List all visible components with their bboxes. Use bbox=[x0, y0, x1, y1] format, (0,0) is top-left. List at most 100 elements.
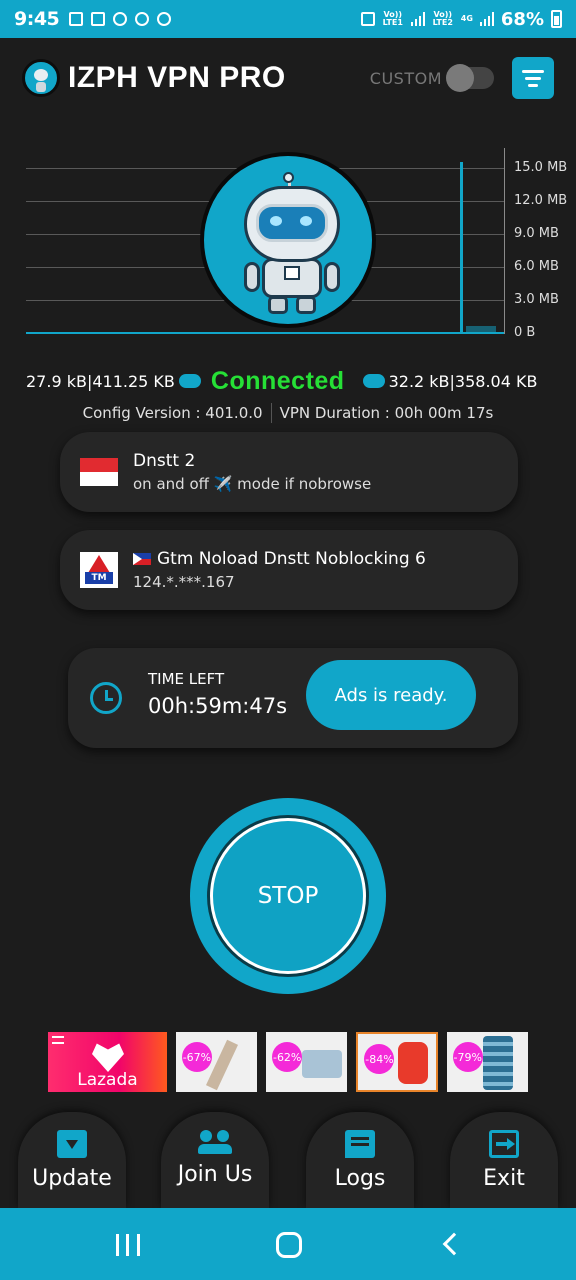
server-selector[interactable]: Dnstt 2 on and off ✈️ mode if nobrowse bbox=[60, 432, 518, 512]
product-image bbox=[482, 1036, 513, 1090]
update-button[interactable]: Update bbox=[18, 1112, 126, 1208]
scale-label: 3.0 MB bbox=[514, 292, 559, 307]
product-image bbox=[302, 1050, 343, 1078]
robot-arm bbox=[244, 262, 260, 292]
network-name: Gtm Noload Dnstt Noblocking 6 bbox=[157, 549, 426, 569]
server-name: Dnstt 2 bbox=[133, 451, 196, 471]
telegram-icon bbox=[113, 12, 128, 26]
singapore-flag-icon bbox=[80, 458, 118, 486]
gmail-icon bbox=[91, 12, 106, 26]
stop-button[interactable]: STOP bbox=[210, 818, 366, 974]
time-left-value: 00h:59m:47s bbox=[148, 694, 288, 718]
scale-label: 9.0 MB bbox=[514, 226, 559, 241]
custom-setting: CUSTOM bbox=[369, 64, 512, 92]
robot-visor bbox=[256, 204, 328, 242]
toggle-knob bbox=[446, 64, 474, 92]
logs-label: Logs bbox=[334, 1166, 386, 1191]
back-icon[interactable] bbox=[442, 1232, 466, 1256]
app-notification-icon bbox=[157, 12, 172, 26]
product-image bbox=[205, 1039, 238, 1091]
graph-baseline bbox=[26, 332, 504, 334]
ads-ready-button[interactable]: Ads is ready. bbox=[306, 660, 476, 730]
facebook-icon bbox=[69, 12, 84, 26]
bottom-actions: Update Join Us Logs Exit bbox=[0, 1112, 576, 1208]
status-time: 9:45 bbox=[14, 8, 60, 30]
lazada-heart-icon bbox=[92, 1043, 124, 1072]
robot-leg bbox=[268, 296, 288, 314]
robot-eye bbox=[300, 216, 312, 226]
scale-label: 0 B bbox=[514, 325, 536, 340]
system-nav-bar bbox=[0, 1208, 576, 1280]
discount-badge: -84% bbox=[364, 1044, 395, 1074]
recents-icon[interactable] bbox=[116, 1234, 140, 1256]
join-us-label: Join Us bbox=[177, 1162, 253, 1187]
menu-button[interactable] bbox=[512, 57, 554, 99]
app-logo bbox=[22, 59, 60, 97]
traffic-stats: 27.9 kB|411.25 KB Connected 32.2 kB|358.… bbox=[26, 366, 556, 396]
connection-status: Connected bbox=[210, 366, 345, 395]
server-description: on and off ✈️ mode if nobrowse bbox=[133, 475, 372, 493]
sim1-label: Vo)) LTE1 bbox=[382, 10, 403, 27]
download-stat: 32.2 kB|358.04 KB bbox=[388, 371, 538, 391]
robot-eye bbox=[270, 216, 282, 226]
lazada-ad[interactable]: Lazada bbox=[48, 1032, 167, 1092]
tm-logo-icon bbox=[80, 552, 118, 588]
ad-banner[interactable]: Lazada -67% -62% -84% -79% bbox=[48, 1032, 529, 1092]
scale-label: 15.0 MB bbox=[514, 160, 568, 175]
ad-product[interactable]: -62% bbox=[266, 1032, 348, 1092]
join-us-button[interactable]: Join Us bbox=[161, 1112, 269, 1208]
exit-icon bbox=[489, 1130, 519, 1158]
chat-icon bbox=[345, 1130, 375, 1158]
group-icon bbox=[198, 1130, 232, 1154]
robot-arm bbox=[324, 262, 340, 292]
upload-stat: 27.9 kB|411.25 KB bbox=[26, 371, 175, 391]
ad-product[interactable]: -84% bbox=[356, 1032, 438, 1092]
discount-badge: -67% bbox=[181, 1042, 212, 1072]
download-cloud-icon bbox=[362, 374, 385, 388]
battery-icon bbox=[551, 10, 562, 28]
time-left-card: TIME LEFT 00h:59m:47s Ads is ready. bbox=[68, 648, 518, 748]
logs-button[interactable]: Logs bbox=[306, 1112, 414, 1208]
connection-info: Config Version : 401.0.0 VPN Duration : … bbox=[0, 402, 576, 424]
lazada-brand: Lazada bbox=[77, 1070, 138, 1090]
clock-icon bbox=[90, 682, 122, 714]
time-left-label: TIME LEFT bbox=[148, 670, 225, 688]
ad-menu-icon bbox=[52, 1036, 64, 1044]
vpn-key-icon bbox=[360, 12, 375, 26]
info-divider bbox=[270, 403, 272, 423]
download-box-icon bbox=[57, 1130, 87, 1158]
exit-button[interactable]: Exit bbox=[450, 1112, 558, 1208]
exit-label: Exit bbox=[483, 1166, 525, 1191]
scale-label: 12.0 MB bbox=[514, 193, 568, 208]
signal-2-icon bbox=[479, 12, 494, 26]
product-image bbox=[398, 1042, 429, 1084]
clock-notification-icon bbox=[135, 12, 150, 26]
philippines-flag-icon bbox=[133, 553, 151, 565]
robot-antenna-ball bbox=[283, 172, 294, 183]
home-icon[interactable] bbox=[276, 1232, 302, 1258]
custom-toggle[interactable] bbox=[446, 64, 494, 92]
vpn-duration: VPN Duration : 00h 00m 17s bbox=[279, 404, 494, 422]
network-selector[interactable]: Gtm Noload Dnstt Noblocking 6 124.*.***.… bbox=[60, 530, 518, 610]
notification-icons bbox=[69, 12, 172, 26]
ad-product[interactable]: -67% bbox=[175, 1032, 258, 1092]
discount-badge: -79% bbox=[452, 1042, 483, 1072]
discount-badge: -62% bbox=[272, 1042, 303, 1072]
stop-button-ring: STOP bbox=[190, 798, 386, 994]
custom-label: CUSTOM bbox=[369, 68, 442, 88]
signal-1-icon bbox=[410, 12, 425, 26]
sim2-label: Vo)) LTE2 bbox=[432, 10, 453, 27]
config-version: Config Version : 401.0.0 bbox=[82, 404, 263, 422]
ad-product[interactable]: -79% bbox=[446, 1032, 529, 1092]
app-header: IZPH VPN PRO CUSTOM bbox=[22, 52, 554, 104]
traffic-spike bbox=[460, 162, 463, 334]
app-title: IZPH VPN PRO bbox=[68, 61, 286, 94]
battery-level: 68% bbox=[500, 8, 544, 30]
network-ip: 124.*.***.167 bbox=[133, 573, 235, 591]
traffic-tail bbox=[466, 326, 496, 332]
graph-axis bbox=[504, 148, 505, 334]
network-type: 4G bbox=[460, 14, 473, 23]
status-bar: 9:45 Vo)) LTE1 Vo)) LTE2 4G 68% bbox=[0, 0, 576, 38]
robot-badge bbox=[284, 266, 300, 280]
upload-cloud-icon bbox=[178, 374, 201, 388]
